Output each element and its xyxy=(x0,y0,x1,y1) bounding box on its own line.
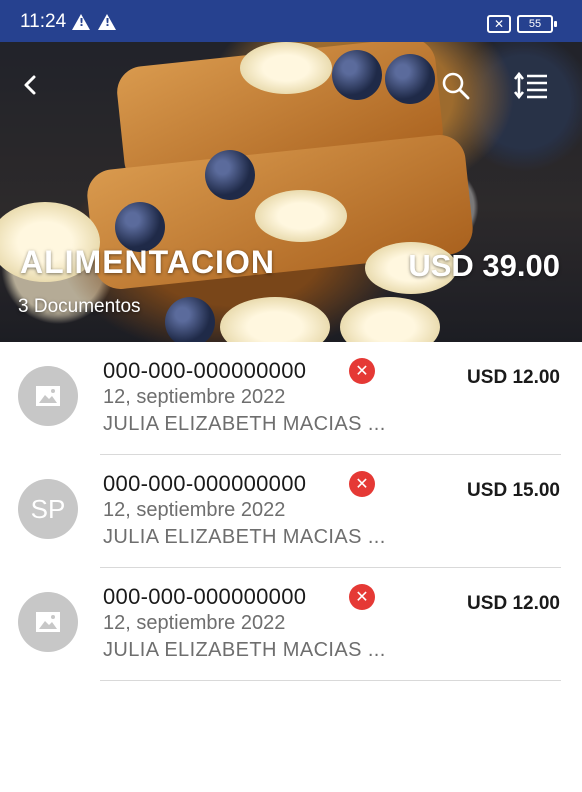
document-date: 12, septiembre 2022 xyxy=(103,612,286,634)
sort-icon xyxy=(513,71,547,100)
warning-icon xyxy=(98,14,116,30)
status-time: 11:24 xyxy=(20,11,67,32)
document-date: 12, septiembre 2022 xyxy=(103,386,286,408)
header-photo-decoration xyxy=(385,54,435,104)
sort-button[interactable] xyxy=(513,70,549,102)
list-item[interactable]: 000-000-000000000 ✕ 12, septiembre 2022 … xyxy=(0,568,582,681)
document-number: 000-000-000000000 xyxy=(103,584,307,609)
back-button[interactable] xyxy=(18,72,44,98)
image-placeholder-icon xyxy=(36,612,60,632)
header-photo-decoration xyxy=(240,42,332,94)
back-icon xyxy=(24,75,36,95)
header-photo-decoration xyxy=(205,150,255,200)
avatar xyxy=(18,366,78,426)
document-number: 000-000-000000000 xyxy=(103,471,307,496)
battery-level: 55 xyxy=(528,18,542,30)
avatar xyxy=(18,592,78,652)
document-count: 3 Documentos xyxy=(18,296,141,317)
header-photo-decoration xyxy=(332,50,382,100)
list-item[interactable]: SP 000-000-000000000 ✕ 12, septiembre 20… xyxy=(0,455,582,568)
document-amount: USD 12.00 xyxy=(467,593,560,614)
divider xyxy=(100,680,561,681)
header-photo-decoration xyxy=(340,297,440,342)
status-bar: 11:24 ✕ 55 xyxy=(0,0,582,42)
document-person: JULIA ELIZABETH MACIAS ... xyxy=(103,413,386,435)
document-person: JULIA ELIZABETH MACIAS ... xyxy=(103,526,386,548)
search-button[interactable] xyxy=(440,70,472,102)
category-title: ALIMENTACION xyxy=(20,244,275,280)
document-amount: USD 12.00 xyxy=(467,367,560,388)
header-photo-decoration xyxy=(255,190,347,242)
document-amount: USD 15.00 xyxy=(467,480,560,501)
header-photo-decoration xyxy=(220,297,330,342)
search-icon xyxy=(442,72,470,100)
error-icon[interactable]: ✕ xyxy=(349,584,375,610)
document-list: 000-000-000000000 ✕ 12, septiembre 2022 … xyxy=(0,342,582,681)
header-photo-decoration xyxy=(165,297,215,342)
category-total: USD 39.00 xyxy=(408,248,560,283)
sim-error-icon: ✕ xyxy=(487,15,511,33)
image-placeholder-icon xyxy=(36,386,60,406)
document-number: 000-000-000000000 xyxy=(103,358,307,383)
list-item[interactable]: 000-000-000000000 ✕ 12, septiembre 2022 … xyxy=(0,342,582,455)
document-date: 12, septiembre 2022 xyxy=(103,499,286,521)
battery-icon: 55 xyxy=(517,15,557,33)
error-icon[interactable]: ✕ xyxy=(349,471,375,497)
warning-icon xyxy=(72,14,90,30)
avatar: SP xyxy=(18,479,78,539)
error-icon[interactable]: ✕ xyxy=(349,358,375,384)
document-person: JULIA ELIZABETH MACIAS ... xyxy=(103,639,386,661)
